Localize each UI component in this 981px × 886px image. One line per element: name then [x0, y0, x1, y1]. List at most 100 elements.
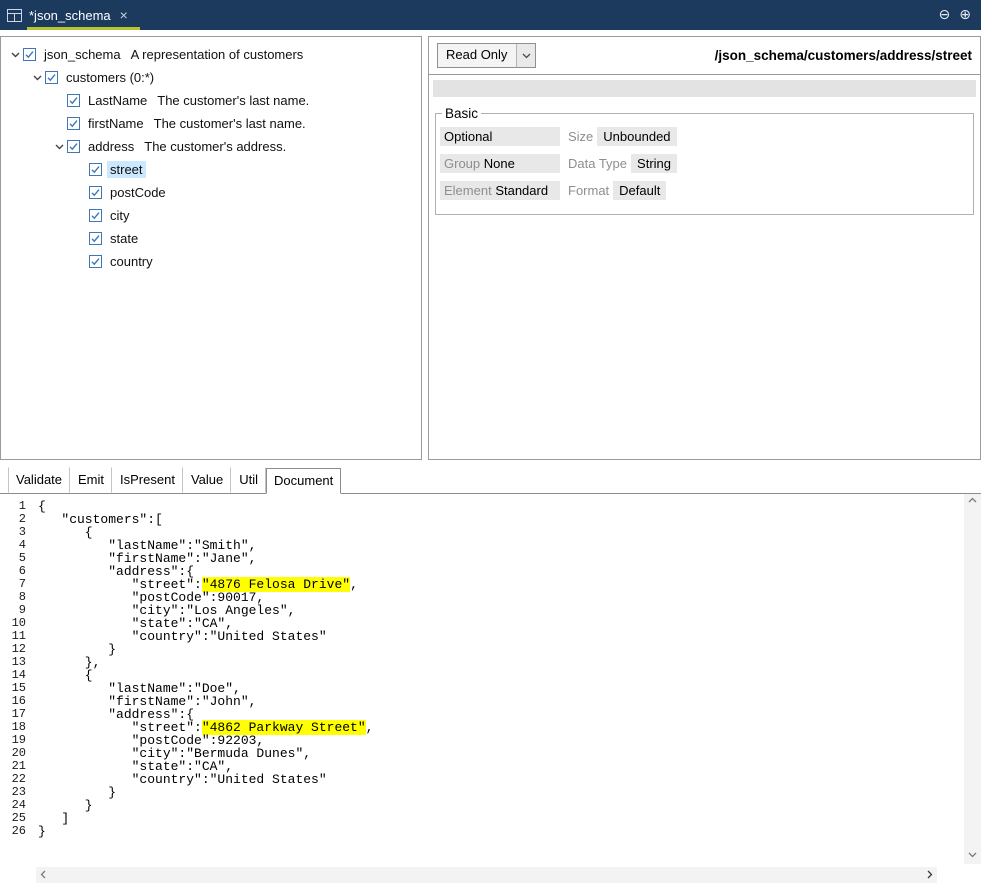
code-line: } — [38, 643, 964, 656]
app-grid-icon — [7, 9, 22, 22]
element-icon — [23, 48, 41, 61]
property-label: Group — [444, 156, 484, 171]
collapse-chevron-icon[interactable] — [7, 52, 23, 58]
document-editor[interactable]: 1234567891011121314151617181920212223242… — [0, 494, 981, 864]
property-group: Group None — [440, 154, 568, 173]
property-optional: Optional — [440, 127, 568, 146]
property-element: Element Standard — [440, 181, 568, 200]
document-tab[interactable]: *json_schema × — [27, 0, 140, 30]
mode-select-value: Read Only — [438, 44, 516, 67]
chevron-down-icon[interactable] — [516, 44, 535, 67]
tree-item-description: The customer's last name. — [157, 93, 309, 108]
code-line: ] — [38, 812, 964, 825]
collapse-chevron-icon[interactable] — [51, 144, 67, 150]
code-line: } — [38, 786, 964, 799]
collapse-all-icon[interactable]: ⊖ — [939, 7, 951, 23]
scroll-left-icon[interactable] — [40, 869, 46, 881]
tree-item-description: A representation of customers — [131, 47, 304, 62]
property-format: Format Default — [568, 181, 677, 200]
tab-ispresent[interactable]: IsPresent — [112, 467, 183, 493]
element-icon — [89, 232, 107, 245]
element-icon — [67, 117, 85, 130]
element-icon — [67, 94, 85, 107]
tree-item-label: customers (0:*) — [63, 69, 157, 86]
tree-item-label: address — [85, 138, 137, 155]
mode-select[interactable]: Read Only — [437, 43, 536, 68]
tree-item-address[interactable]: address The customer's address. — [1, 135, 421, 158]
code-line: { — [38, 500, 964, 513]
scroll-down-icon[interactable] — [968, 852, 977, 861]
horizontal-scrollbar[interactable] — [36, 867, 937, 883]
property-label: Data Type — [568, 156, 627, 171]
application-window: *json_schema × ⊖ ⊕ json_schema A represen… — [0, 0, 981, 886]
line-number: 26 — [0, 825, 26, 838]
titlebar: *json_schema × ⊖ ⊕ — [0, 0, 981, 30]
basic-properties-grid: OptionalSizeUnboundedGroup NoneData Type… — [440, 127, 969, 200]
code-line: } — [38, 799, 964, 812]
property-label: Format — [568, 183, 609, 198]
code-content: { "customers":[ { "lastName":"Smith", "f… — [38, 500, 964, 864]
property-value: Default — [613, 181, 666, 200]
tree-item-lastname[interactable]: LastName The customer's last name. — [1, 89, 421, 112]
script-panel: ValidateEmitIsPresentValueUtilDocument 1… — [0, 460, 981, 886]
code-line: }, — [38, 656, 964, 669]
titlebar-actions: ⊖ ⊕ — [939, 7, 981, 23]
property-value: String — [631, 154, 677, 173]
element-icon — [89, 186, 107, 199]
property-value: Optional — [444, 129, 492, 144]
tab-document[interactable]: Document — [266, 468, 341, 494]
tree-item-label: postCode — [107, 184, 169, 201]
tab-util[interactable]: Util — [231, 467, 266, 493]
code-area[interactable]: 1234567891011121314151617181920212223242… — [0, 494, 964, 864]
tree-item-state[interactable]: state — [1, 227, 421, 250]
basic-legend: Basic — [442, 106, 481, 121]
code-line: "country":"United States" — [38, 773, 964, 786]
tree-item-description: The customer's last name. — [154, 116, 306, 131]
code-line: "customers":[ — [38, 513, 964, 526]
property-value: Standard — [495, 183, 548, 198]
property-label: Element — [444, 183, 495, 198]
tree-item-postcode[interactable]: postCode — [1, 181, 421, 204]
code-line: } — [38, 825, 964, 838]
basic-properties-group: Basic OptionalSizeUnboundedGroup NoneDat… — [435, 106, 974, 215]
element-icon — [67, 140, 85, 153]
tab-emit[interactable]: Emit — [70, 467, 112, 493]
tab-close-icon[interactable]: × — [120, 8, 128, 22]
element-icon — [89, 255, 107, 268]
tree-item-customers-0[interactable]: customers (0:*) — [1, 66, 421, 89]
tab-value[interactable]: Value — [183, 467, 231, 493]
scroll-up-icon[interactable] — [968, 497, 977, 506]
vertical-scrollbar[interactable] — [964, 494, 981, 864]
tree-item-label: json_schema — [41, 46, 124, 63]
properties-panel: Read Only /json_schema/customers/address… — [428, 36, 981, 460]
tree-item-label: state — [107, 230, 141, 247]
property-label: Size — [568, 129, 593, 144]
tree-item-json-schema[interactable]: json_schema A representation of customers — [1, 43, 421, 66]
schema-tree-panel: json_schema A representation of customers… — [0, 36, 422, 460]
document-tab-label: *json_schema — [29, 8, 111, 23]
tree-item-label: city — [107, 207, 133, 224]
property-size: Size Unbounded — [568, 127, 677, 146]
tree-item-street[interactable]: street — [1, 158, 421, 181]
code-line: "country":"United States" — [38, 630, 964, 643]
main-split: json_schema A representation of customers… — [0, 36, 981, 460]
collapse-chevron-icon[interactable] — [29, 75, 45, 81]
tree-item-country[interactable]: country — [1, 250, 421, 273]
tree-item-city[interactable]: city — [1, 204, 421, 227]
tree-item-label: country — [107, 253, 156, 270]
property-value: None — [484, 156, 515, 171]
properties-toolbar-strip — [433, 80, 976, 97]
scroll-right-icon[interactable] — [927, 869, 933, 881]
tree-item-label: LastName — [85, 92, 150, 109]
properties-header: Read Only /json_schema/customers/address… — [429, 37, 980, 75]
element-icon — [45, 71, 63, 84]
tab-validate[interactable]: Validate — [8, 467, 70, 493]
schema-tree: json_schema A representation of customers… — [1, 43, 421, 273]
line-number-gutter: 1234567891011121314151617181920212223242… — [0, 500, 30, 864]
tree-item-label: street — [107, 161, 146, 178]
expand-all-icon[interactable]: ⊕ — [959, 7, 971, 23]
tree-item-description: The customer's address. — [144, 139, 286, 154]
tree-item-firstname[interactable]: firstNameThe customer's last name. — [1, 112, 421, 135]
schema-node-path: /json_schema/customers/address/street — [715, 48, 972, 63]
property-value: Unbounded — [597, 127, 676, 146]
